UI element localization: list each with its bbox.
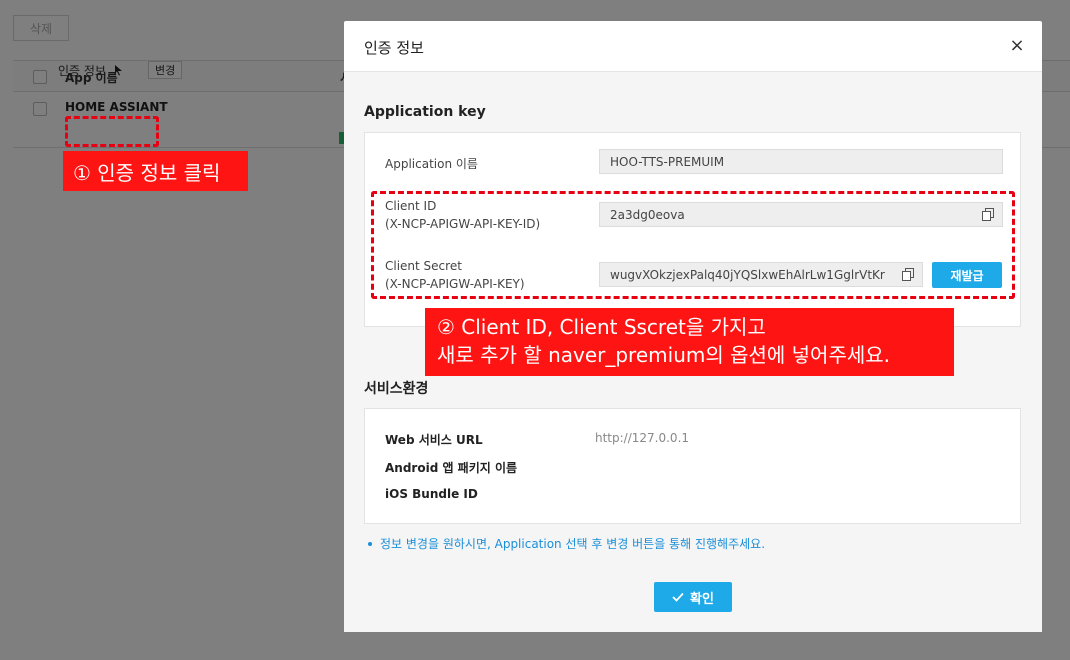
service-env-card: Web 서비스 URL http://127.0.0.1 Android 앱 패… xyxy=(364,408,1021,524)
confirm-label: 확인 xyxy=(690,591,714,607)
section-title-app-key: Application key xyxy=(364,104,486,120)
modal-title: 인증 정보 xyxy=(364,39,424,57)
annotation-highlight-auth xyxy=(65,116,159,147)
app-name-field[interactable]: HOO-TTS-PREMUIM xyxy=(599,149,1003,174)
confirm-button[interactable]: 확인 xyxy=(654,582,732,612)
app-name-label: Application 이름 xyxy=(385,157,478,171)
check-icon xyxy=(672,592,684,602)
annotation-step2: ② Client ID, Client Sscret을 가지고 새로 추가 할 … xyxy=(425,308,954,376)
ios-bundle-label: iOS Bundle ID xyxy=(385,487,478,501)
section-title-service-env: 서비스환경 xyxy=(364,381,429,397)
info-note-text: 정보 변경을 원하시면, Application 선택 후 변경 버튼을 통해 … xyxy=(380,537,766,551)
modal-header: 인증 정보 × xyxy=(344,21,1042,72)
bullet-icon xyxy=(368,541,372,546)
annotation-step1: ① 인증 정보 클릭 xyxy=(63,151,248,191)
web-url-value: http://127.0.0.1 xyxy=(595,431,690,445)
info-note: 정보 변경을 원하시면, Application 선택 후 변경 버튼을 통해 … xyxy=(368,535,765,552)
web-url-label: Web 서비스 URL xyxy=(385,433,483,447)
annotation-highlight-credentials xyxy=(371,191,1015,299)
close-icon[interactable]: × xyxy=(1008,37,1026,55)
app-name-value: HOO-TTS-PREMUIM xyxy=(610,154,725,169)
android-package-label: Android 앱 패키지 이름 xyxy=(385,461,518,475)
